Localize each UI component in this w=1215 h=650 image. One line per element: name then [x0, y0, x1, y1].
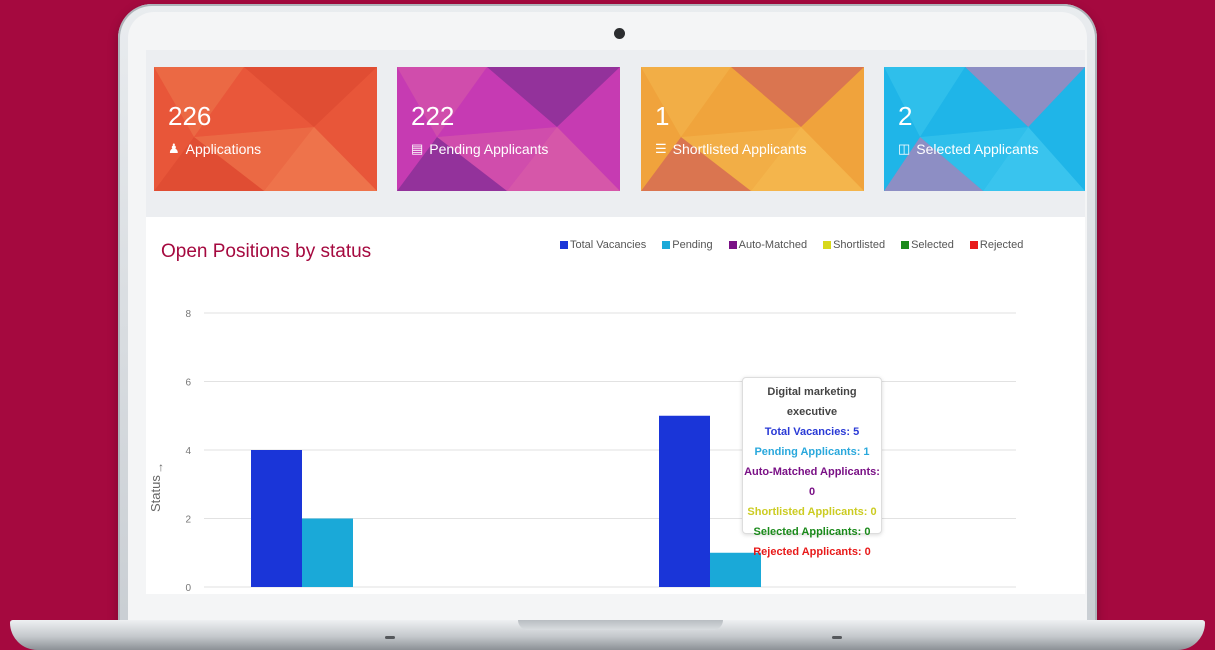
tooltip-line: Total Vacancies: 5: [764, 426, 860, 438]
tooltip-line: Selected Applicants: 0: [753, 526, 871, 538]
y-tick-label: 8: [185, 309, 191, 320]
card-value: 226: [168, 101, 212, 131]
bar-chart: 0 2 4 6 8: [185, 309, 1016, 594]
bookmark-icon: ◫: [898, 141, 911, 156]
laptop-notch: [518, 620, 723, 630]
card-shortlisted-applicants[interactable]: 1 ☰ Shortlisted Applicants: [641, 67, 864, 191]
card-value: 2: [898, 101, 913, 131]
bar[interactable]: [251, 450, 302, 587]
tooltip-line: Shortlisted Applicants: 0: [747, 506, 877, 518]
card-label: Selected Applicants: [916, 141, 1039, 157]
card-label: Applications: [185, 141, 262, 157]
card-background: [884, 67, 1085, 191]
card-pending-applicants[interactable]: 222 ▤ Pending Applicants: [397, 67, 620, 191]
tooltip-line: Rejected Applicants: 0: [753, 546, 871, 558]
card-applications[interactable]: 226 ♟ Applications: [154, 67, 377, 191]
y-tick-label: 4: [185, 446, 191, 457]
chart-tooltip: Digital marketing executive Total Vacanc…: [742, 377, 882, 558]
laptop-foot: [832, 636, 842, 639]
card-value: 222: [411, 101, 455, 131]
card-selected-applicants[interactable]: 2 ◫ Selected Applicants: [884, 67, 1085, 191]
tooltip-line: Auto-Matched Applicants: 0: [744, 466, 880, 498]
card-label: Pending Applicants: [429, 141, 549, 157]
y-axis-label: Status: [148, 475, 163, 512]
dashboard-screen: 226 ♟ Applications 222 ▤ Pending Applicant…: [146, 50, 1085, 594]
tooltip-line: Pending Applicants: 1: [754, 446, 870, 458]
bar[interactable]: [659, 415, 710, 587]
list-icon: ▤: [411, 141, 424, 156]
bars-icon: ☰: [655, 141, 667, 156]
tooltip-title: Digital marketing executive: [767, 386, 857, 418]
chart-panel: Open Positions by status Total Vacancies…: [146, 217, 1085, 594]
laptop-foot: [385, 636, 395, 639]
card-label: Shortlisted Applicants: [672, 141, 807, 157]
camera-icon: [614, 28, 625, 39]
bar[interactable]: [302, 518, 353, 588]
y-tick-label: 2: [185, 515, 191, 526]
y-tick-label: 0: [185, 583, 191, 594]
card-background: [641, 67, 864, 191]
y-tick-label: 6: [185, 378, 191, 389]
sort-arrow-icon[interactable]: ↑: [158, 460, 164, 474]
user-icon: ♟: [168, 141, 180, 156]
card-value: 1: [655, 101, 670, 131]
